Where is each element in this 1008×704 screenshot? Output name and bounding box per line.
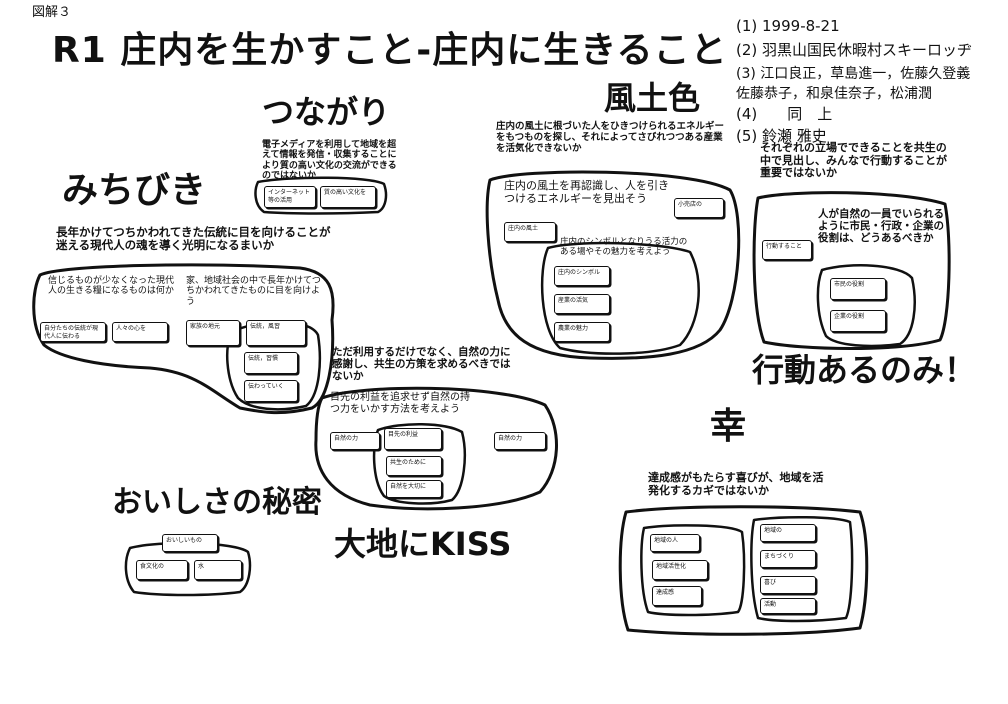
info-date: (1) 1999-8-21 — [736, 17, 840, 35]
info-members-1: (3) 江口良正，草島進一，佐藤久登義 — [736, 66, 971, 82]
sachi-card-7: 活動 — [760, 598, 816, 614]
oishisa-heading: おいしさの秘密 — [112, 485, 322, 520]
oishisa-card-3: 水 — [194, 560, 242, 580]
sachi-phrase: 達成感がもたらす喜びが、地域を活発化するカギではないか — [648, 471, 824, 497]
page-title: R1 庄内を生かすこと-庄内に生きること — [52, 30, 728, 71]
daichi-heading: 大地にKISS — [334, 525, 512, 563]
michibiki-heading: みちびき — [62, 170, 207, 211]
kodo-sub-1: 人が自然の一員でいられるように市民・行政・企業の役割は、どうあるべきか — [818, 208, 944, 245]
michibiki-card-3: 家族の地元 — [186, 320, 240, 346]
sachi-card-2: 地域活性化 — [652, 560, 708, 580]
oishisa-card-2: 食文化の — [136, 560, 188, 580]
fudoshoku-card-5: 農業の魅力 — [554, 322, 610, 342]
daichi-sub-1: 目先の利益を追求せず自然の持つ力をいかす方法を考えよう — [330, 392, 470, 415]
info-venue: (2) 羽黒山国民休暇村スキーロッヂ — [736, 41, 973, 59]
tsunagari-heading: つながり — [262, 93, 391, 131]
michibiki-card-6: 伝わっていく — [244, 380, 298, 402]
daichi-card-3: 共生のために — [386, 456, 442, 476]
sachi-card-1: 地域の人 — [650, 534, 700, 552]
daichi-card-2: 目先の利益 — [384, 428, 442, 450]
sachi-card-4: 地域の — [760, 524, 816, 542]
kodo-card-1: 行動すること — [762, 240, 812, 260]
michibiki-sub-1: 信じるものが少なくなった現代人の生きる糧になるものは何か — [48, 276, 175, 297]
kodo-card-3: 企業の役割 — [830, 310, 886, 332]
fudoshoku-card-4: 産業の活気 — [554, 294, 610, 314]
sachi-card-6: 喜び — [760, 576, 816, 594]
daichi-card-4: 自然を大切に — [386, 480, 442, 498]
info-same: (4) 同 上 — [736, 105, 833, 123]
figure-label: 図解３ — [32, 5, 72, 20]
fudoshoku-card-2: 小売店の — [674, 198, 724, 218]
michibiki-card-2: 人々の心を — [112, 322, 168, 342]
kodo-phrase: それぞれの立場でできることを共生の中で見出し、みんなで行動することが重要ではない… — [760, 141, 947, 180]
michibiki-sub-2: 家、地域社会の中で長年かけてつちかわれてきたものに目を向けよう — [186, 276, 321, 307]
fudoshoku-sub-1: 庄内の風土を再認識し、人を引きつけるエネルギーを見出そう — [504, 179, 669, 205]
michibiki-phrase: 長年かけてつちかわれてきた伝統に目を向けることが迷える現代人の魂を導く光明になる… — [56, 225, 331, 253]
fudoshoku-card-3: 庄内のシンボル — [554, 266, 610, 286]
fudoshoku-card-1: 庄内の風土 — [504, 222, 556, 242]
fudoshoku-phrase: 庄内の風土に根づいた人をひきつけられるエネルギーをもつものを探し、それによってさ… — [496, 121, 725, 154]
kodo-heading: 行動あるのみ！ — [752, 351, 977, 389]
fudoshoku-heading: 風土色 — [604, 79, 701, 117]
daichi-card-5: 自然の力 — [494, 432, 546, 450]
michibiki-card-1: 自分たちの伝統が現代人に伝わる — [40, 322, 106, 342]
kodo-card-2: 市民の役割 — [830, 278, 886, 300]
oishisa-card-1: おいしいもの — [162, 534, 218, 552]
fudoshoku-sub-2: 庄内のシンボルとなりうる活力のある場やその魅力を考えよう — [560, 237, 688, 257]
michibiki-card-4: 伝統，風習 — [246, 320, 306, 346]
sachi-card-3: 達成感 — [652, 586, 702, 606]
diagram-canvas: 図解３ R1 庄内を生かすこと-庄内に生きること (1) 1999-8-21 (… — [0, 0, 1008, 704]
tsunagari-phrase: 電子メディアを利用して地域を超えて情報を発信・収集することにより質の高い文化の交… — [262, 140, 397, 182]
tsunagari-card-1: インターネット等の活用 — [264, 186, 316, 208]
daichi-card-1: 自然の力 — [330, 432, 380, 450]
info-members-2: 佐藤恭子，和泉佳奈子，松浦潤 — [736, 86, 932, 102]
michibiki-card-5: 伝統，習慣 — [244, 352, 298, 374]
sachi-heading: 幸 — [710, 406, 747, 447]
tsunagari-card-2: 質の高い文化を — [320, 186, 376, 208]
sachi-card-5: まちづくり — [760, 550, 816, 568]
daichi-phrase: ただ利用するだけでなく、自然の力に感謝し、共生の方策を求めるべきではないか — [332, 346, 511, 383]
